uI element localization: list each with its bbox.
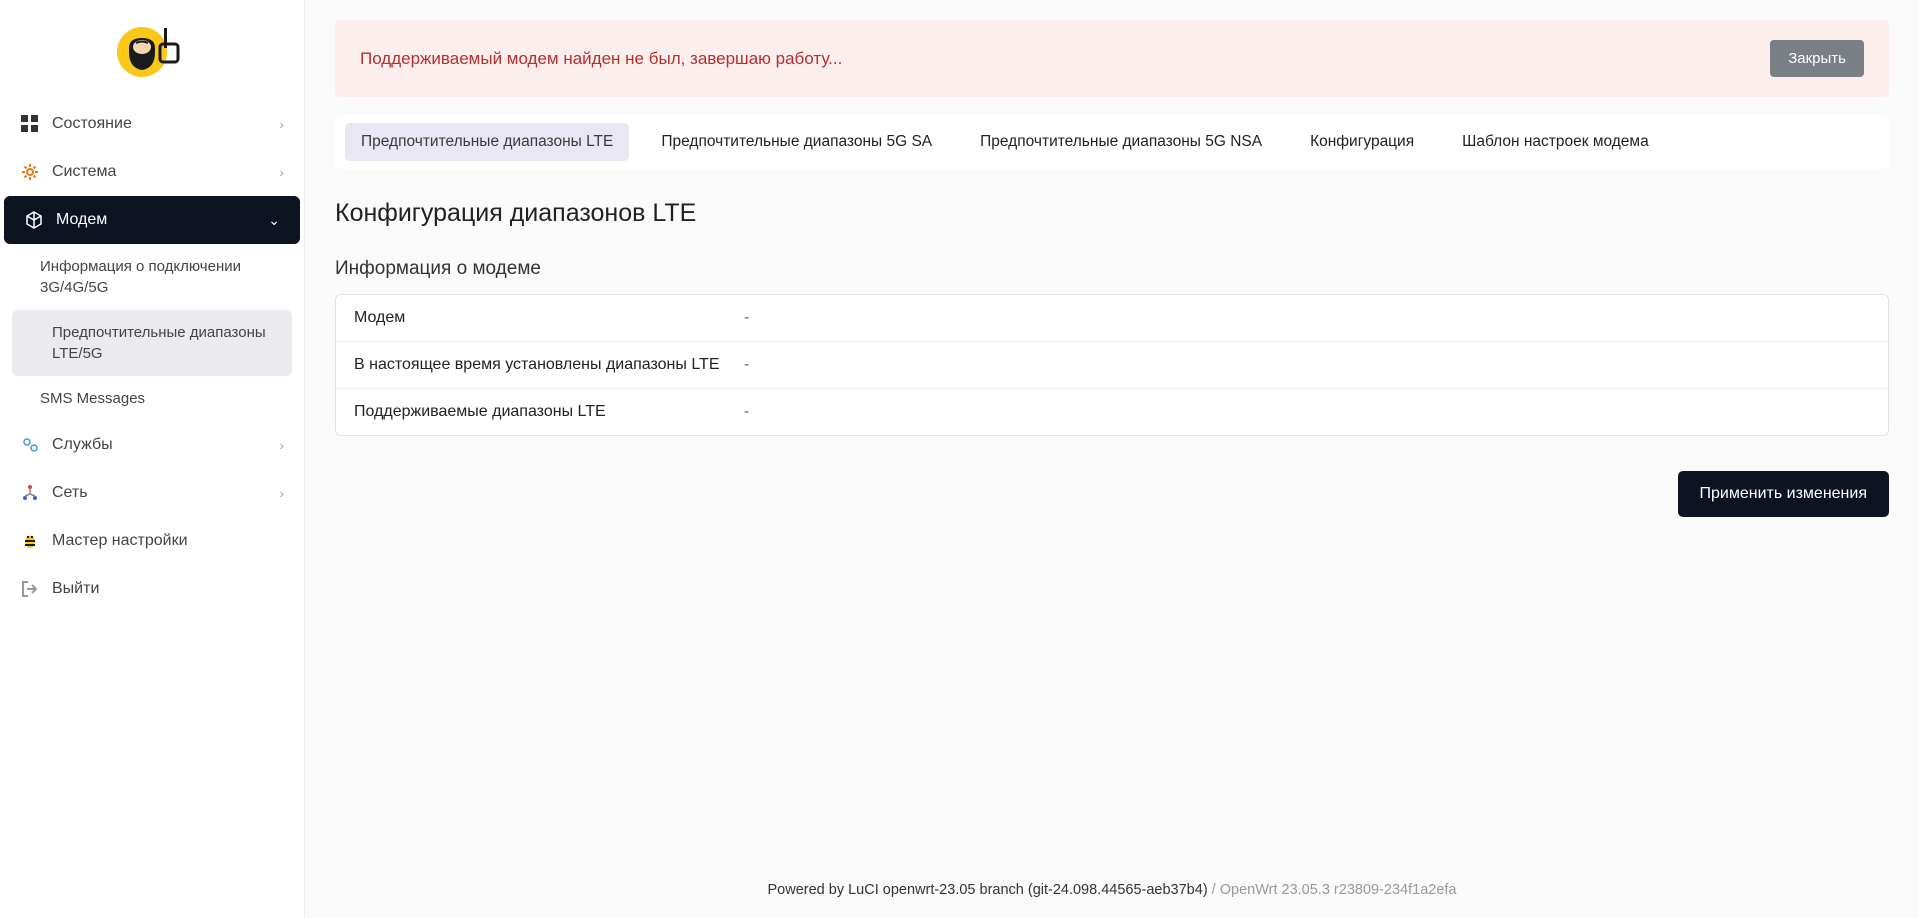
alert-banner: Поддерживаемый модем найден не был, заве… — [335, 20, 1889, 97]
row-value: - — [744, 356, 749, 374]
tab-5gsa[interactable]: Предпочтительные диапазоны 5G SA — [645, 123, 948, 161]
close-button[interactable]: Закрыть — [1770, 40, 1864, 77]
table-row: В настоящее время установлены диапазоны … — [336, 342, 1888, 389]
sidebar-item-wizard[interactable]: Мастер настройки — [0, 517, 304, 565]
chevron-right-icon: › — [279, 164, 284, 180]
main-content: Поддерживаемый модем найден не был, заве… — [305, 0, 1919, 918]
network-icon — [20, 483, 40, 503]
sidebar-item-label: Система — [52, 163, 116, 181]
section-title: Информация о модеме — [335, 258, 1889, 280]
chevron-right-icon: › — [279, 116, 284, 132]
chevron-right-icon: › — [279, 437, 284, 453]
sidebar-sub-sms[interactable]: SMS Messages — [0, 376, 304, 421]
cube-icon — [24, 210, 44, 230]
table-row: Поддерживаемые диапазоны LTE - — [336, 389, 1888, 435]
logout-icon — [20, 579, 40, 599]
page-title: Конфигурация диапазонов LTE — [335, 199, 1889, 228]
sidebar-sub-bands[interactable]: Предпочтительные диапазоны LTE/5G — [12, 310, 292, 376]
page-body: Конфигурация диапазонов LTE Информация о… — [335, 189, 1889, 517]
actions-bar: Применить изменения — [335, 471, 1889, 517]
gear-icon — [20, 162, 40, 182]
tab-template[interactable]: Шаблон настроек модема — [1446, 123, 1665, 161]
sidebar-sub-label: Предпочтительные диапазоны LTE/5G — [52, 324, 266, 362]
sidebar-item-label: Выйти — [52, 580, 99, 598]
footer: Powered by LuCI openwrt-23.05 branch (gi… — [305, 862, 1919, 918]
sidebar-sub-conninfo[interactable]: Информация о подключении 3G/4G/5G — [0, 244, 304, 310]
table-row: Модем - — [336, 295, 1888, 342]
tab-config[interactable]: Конфигурация — [1294, 123, 1430, 161]
row-label: Поддерживаемые диапазоны LTE — [354, 403, 744, 421]
sidebar-item-system[interactable]: Система › — [0, 148, 304, 196]
sidebar-item-label: Модем — [56, 211, 107, 229]
logo — [0, 10, 304, 90]
gears-icon — [20, 435, 40, 455]
sidebar-item-services[interactable]: Службы › — [0, 421, 304, 469]
dashboard-icon — [20, 114, 40, 134]
tab-5gnsa[interactable]: Предпочтительные диапазоны 5G NSA — [964, 123, 1278, 161]
chevron-down-icon: ⌄ — [268, 212, 280, 229]
sidebar-item-label: Мастер настройки — [52, 532, 188, 550]
footer-version: / OpenWrt 23.05.3 r23809-234f1a2efa — [1208, 882, 1457, 898]
row-value: - — [744, 309, 749, 327]
row-value: - — [744, 403, 749, 421]
chevron-right-icon: › — [279, 485, 284, 501]
sidebar-item-status[interactable]: Состояние › — [0, 100, 304, 148]
sidebar-item-logout[interactable]: Выйти — [0, 565, 304, 613]
sidebar: Состояние › Система › Модем ⌄ Информация… — [0, 0, 305, 918]
row-label: Модем — [354, 309, 744, 327]
alert-text: Поддерживаемый модем найден не был, заве… — [360, 49, 842, 69]
sidebar-submenu-modem: Информация о подключении 3G/4G/5G Предпо… — [0, 244, 304, 421]
sidebar-item-modem[interactable]: Модем ⌄ — [4, 196, 300, 244]
footer-powered: Powered by LuCI openwrt-23.05 branch (gi… — [768, 882, 1208, 898]
tab-lte[interactable]: Предпочтительные диапазоны LTE — [345, 123, 629, 161]
sidebar-item-label: Сеть — [52, 484, 88, 502]
sidebar-item-label: Состояние — [52, 115, 132, 133]
sidebar-item-label: Службы — [52, 436, 113, 454]
bee-icon — [20, 531, 40, 551]
sidebar-sub-label: Информация о подключении 3G/4G/5G — [40, 258, 241, 296]
sidebar-sub-label: SMS Messages — [40, 390, 145, 407]
row-label: В настоящее время установлены диапазоны … — [354, 356, 744, 374]
logo-icon — [112, 20, 192, 80]
tab-bar: Предпочтительные диапазоны LTE Предпочти… — [335, 115, 1889, 169]
apply-button[interactable]: Применить изменения — [1678, 471, 1889, 517]
modem-info-table: Модем - В настоящее время установлены ди… — [335, 294, 1889, 436]
sidebar-item-network[interactable]: Сеть › — [0, 469, 304, 517]
